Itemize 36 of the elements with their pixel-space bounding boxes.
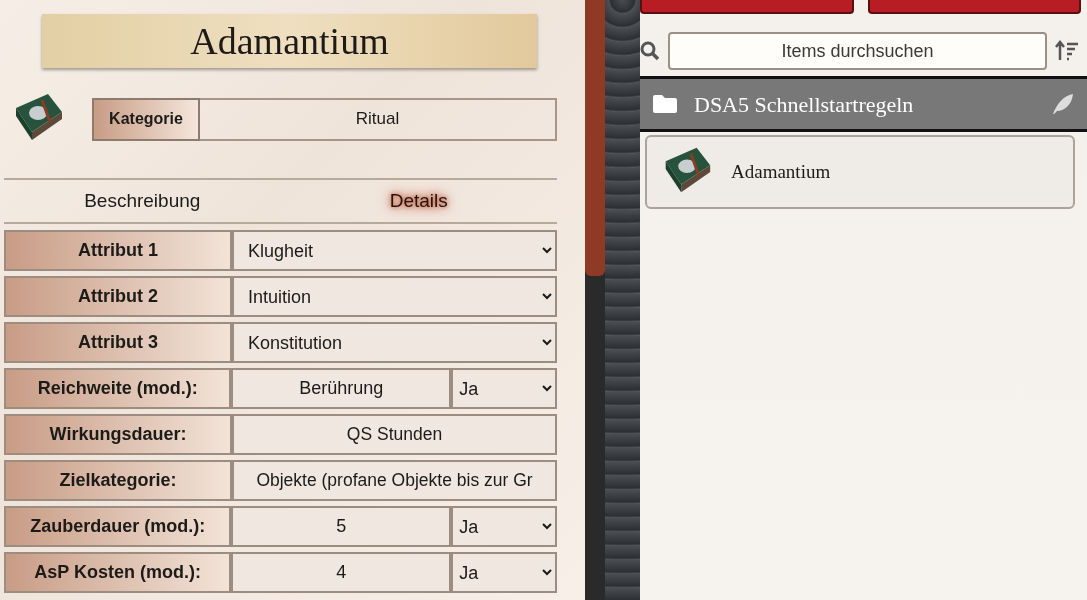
modifier-select[interactable]: Ja (451, 506, 557, 547)
folder-icon (652, 94, 678, 114)
feather-icon[interactable] (1051, 92, 1075, 116)
value-field[interactable]: 4 (231, 552, 452, 593)
attribute-select[interactable]: Klugheit (232, 230, 557, 271)
sort-icon[interactable] (1055, 40, 1079, 62)
attribute-select[interactable]: Intuition (232, 276, 557, 317)
scrollbar-thumb[interactable] (585, 0, 605, 276)
folder-header[interactable]: DSA5 Schnellstartregeln (640, 76, 1087, 132)
tab[interactable]: Details (280, 186, 557, 216)
field-label: AsP Kosten (mod.): (4, 552, 232, 593)
item-entry[interactable]: Adamantium (645, 135, 1075, 209)
value-field[interactable]: QS Stunden (232, 414, 557, 455)
field-label: Attribut 2 (4, 276, 232, 317)
value-field[interactable]: Objekte (profane Objekte bis zur Gr (232, 460, 557, 501)
search-icon (640, 41, 660, 61)
folder-name: DSA5 Schnellstartregeln (694, 90, 915, 119)
category-label: Kategorie (92, 97, 200, 141)
create-folder-button[interactable] (867, 0, 1081, 14)
value-field[interactable]: Berührung (231, 368, 452, 409)
modifier-select[interactable]: Ja (451, 368, 557, 409)
attribute-select[interactable]: Konstitution (232, 322, 557, 363)
field-label: Attribut 3 (4, 322, 232, 363)
field-label: Reichweite (mod.): (4, 368, 232, 409)
modifier-select[interactable]: Ja (451, 552, 557, 593)
search-field[interactable]: Items durchsuchen (668, 32, 1047, 70)
field-label: Zauberdauer (mod.): (4, 506, 232, 547)
tab[interactable]: Beschreibung (4, 186, 281, 216)
value-field[interactable]: 5 (231, 506, 452, 547)
create-item-button[interactable] (640, 0, 854, 14)
item-name-banner: Adamantium (42, 14, 537, 68)
category-value: Ritual (200, 97, 557, 141)
field-label: Zielkategorie: (4, 460, 232, 501)
item-name: Adamantium (731, 159, 831, 184)
field-label: Wirkungsdauer: (4, 414, 232, 455)
field-label: Attribut 1 (4, 230, 232, 271)
